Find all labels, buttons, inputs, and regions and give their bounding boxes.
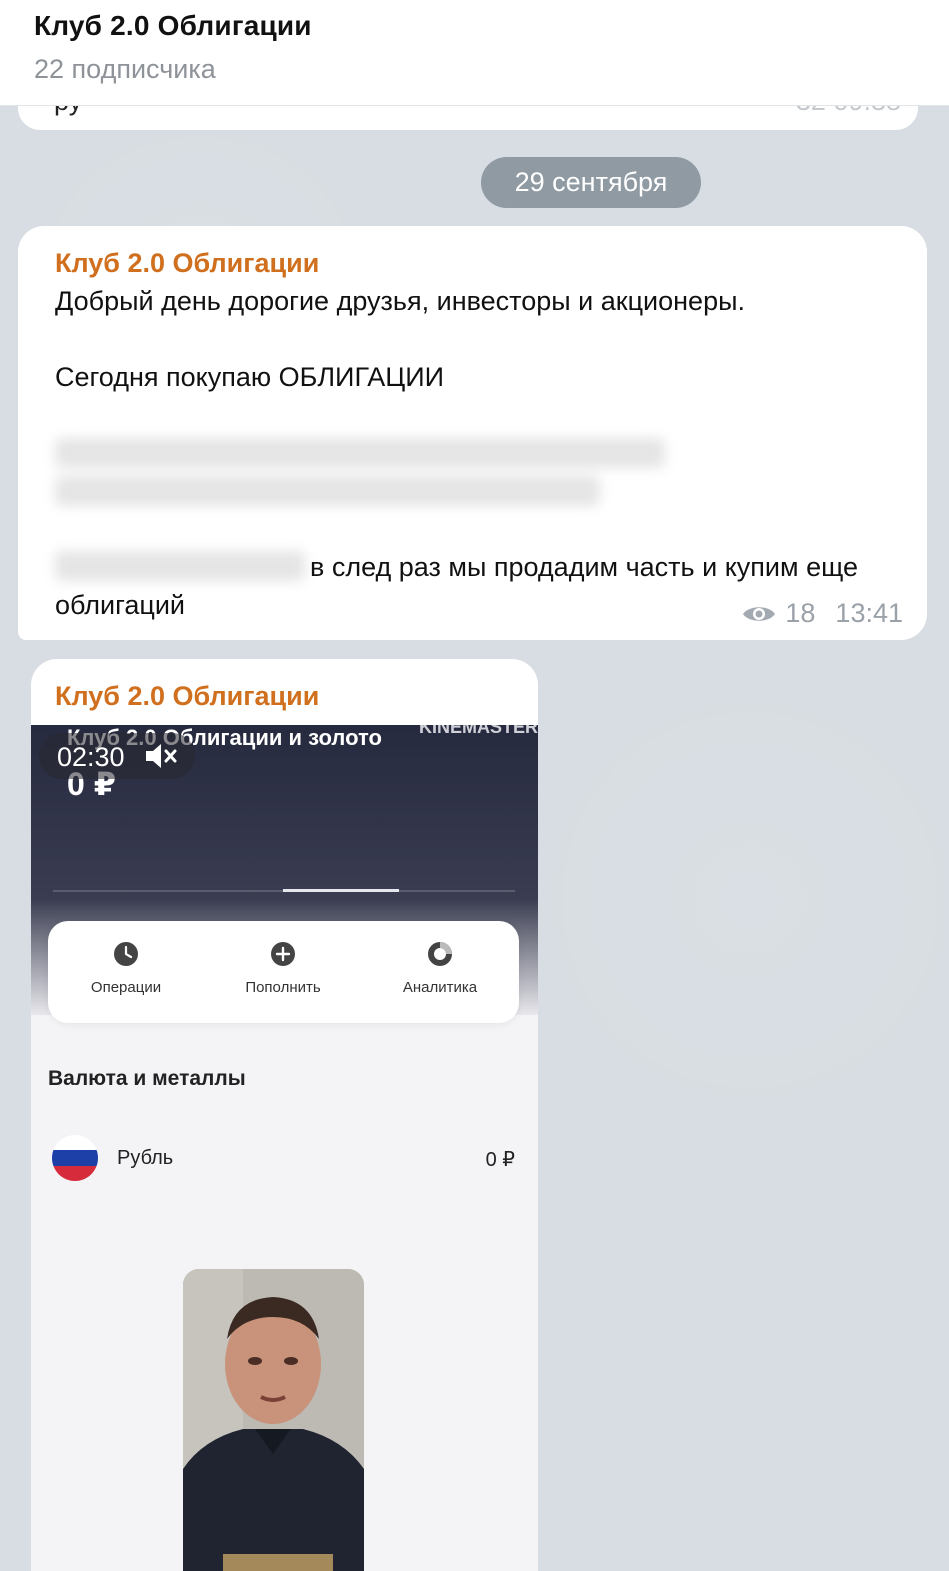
muted-speaker-icon[interactable] [143,741,179,771]
video-player[interactable]: Клуб 2.0 Облигации и золото KINEMASTER 0… [31,725,538,1571]
donut-chart-icon [428,942,452,966]
message-time: 13:41 [835,598,903,628]
video-action-analytics: Аналитика [370,941,510,996]
channel-title[interactable]: Клуб 2.0 Облигации [34,10,312,42]
message-text-line: Сегодня покупаю ОБЛИГАЦИИ [55,362,445,392]
clock-icon [114,942,138,966]
video-action-operations: Операции [56,941,196,996]
message-bubble[interactable]: Клуб 2.0 Облигации Добрый день дорогие д… [18,226,927,640]
message-text-line: облигаций [55,590,186,620]
spoiler-text[interactable] [55,438,665,468]
spoiler-text[interactable] [55,476,600,506]
subscriber-count: 22 подписчика [34,54,216,84]
message-sender[interactable]: Клуб 2.0 Облигации [55,681,319,712]
video-action-card: Операции Пополнить Аналитика [48,921,519,1023]
message-meta: 18 13:41 [741,598,903,629]
video-watermark: KINEMASTER [418,725,538,737]
chat-header[interactable]: Клуб 2.0 Облигации 22 подписчика [0,0,949,106]
currency-name: Рубль [117,1147,174,1169]
presenter-figure-icon [183,1269,364,1571]
message-text-line: Добрый день дорогие друзья, инвесторы и … [55,286,745,316]
video-duration-pill[interactable]: 02:30 [39,733,195,779]
presenter-video-overlay [183,1269,364,1571]
views-eye-icon [743,606,776,621]
video-action-label: Аналитика [402,979,478,996]
russia-flag-icon [52,1135,98,1181]
video-duration: 02:30 [57,742,125,772]
currency-value: 0 ₽ [485,1149,515,1171]
message-sender[interactable]: Клуб 2.0 Облигации [55,248,319,279]
message-text-line: в след раз мы продадим часть и купим еще [310,552,859,582]
video-action-topup: Пополнить [213,941,353,996]
video-action-label: Пополнить [245,979,321,996]
views-count: 18 [785,598,816,628]
spoiler-text[interactable] [55,551,305,581]
video-action-label: Операции [90,979,162,996]
video-screen-slider-indicator [283,889,399,892]
date-separator[interactable]: 29 сентября [481,157,701,208]
video-message-bubble[interactable]: Клуб 2.0 Облигации Клуб 2.0 Облигации и … [31,659,538,1571]
video-section-title: Валюта и металлы [48,1067,246,1090]
plus-icon [271,942,295,966]
bubble-tail [26,620,46,640]
